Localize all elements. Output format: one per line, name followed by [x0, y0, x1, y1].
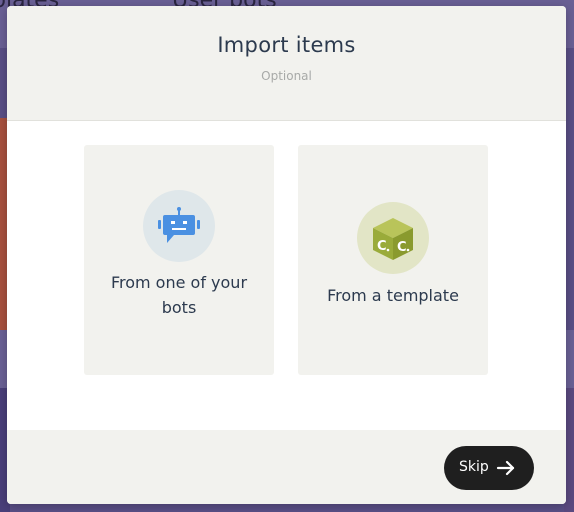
- import-from-bot-label: From one of your bots: [110, 273, 248, 317]
- skip-button-label: Skip: [459, 459, 489, 475]
- import-from-template-card[interactable]: C C From a template: [298, 145, 488, 375]
- modal-subtitle: Optional: [261, 69, 312, 83]
- modal-footer: Skip: [7, 430, 566, 504]
- import-items-modal: Import items Optional From one of your b…: [7, 6, 566, 504]
- arrow-right-icon: [496, 458, 516, 482]
- import-from-bot-card[interactable]: From one of your bots: [84, 145, 274, 375]
- import-from-template-label: From a template: [327, 286, 459, 305]
- skip-button[interactable]: Skip: [444, 446, 534, 490]
- bot-chat-icon: [143, 190, 215, 262]
- modal-header: Import items Optional: [7, 6, 566, 121]
- svg-text:C: C: [397, 240, 407, 255]
- import-options: From one of your bots C C From a templat…: [84, 145, 488, 375]
- template-cube-icon: C C: [357, 202, 429, 274]
- modal-title: Import items: [217, 33, 356, 57]
- svg-text:C: C: [377, 239, 387, 254]
